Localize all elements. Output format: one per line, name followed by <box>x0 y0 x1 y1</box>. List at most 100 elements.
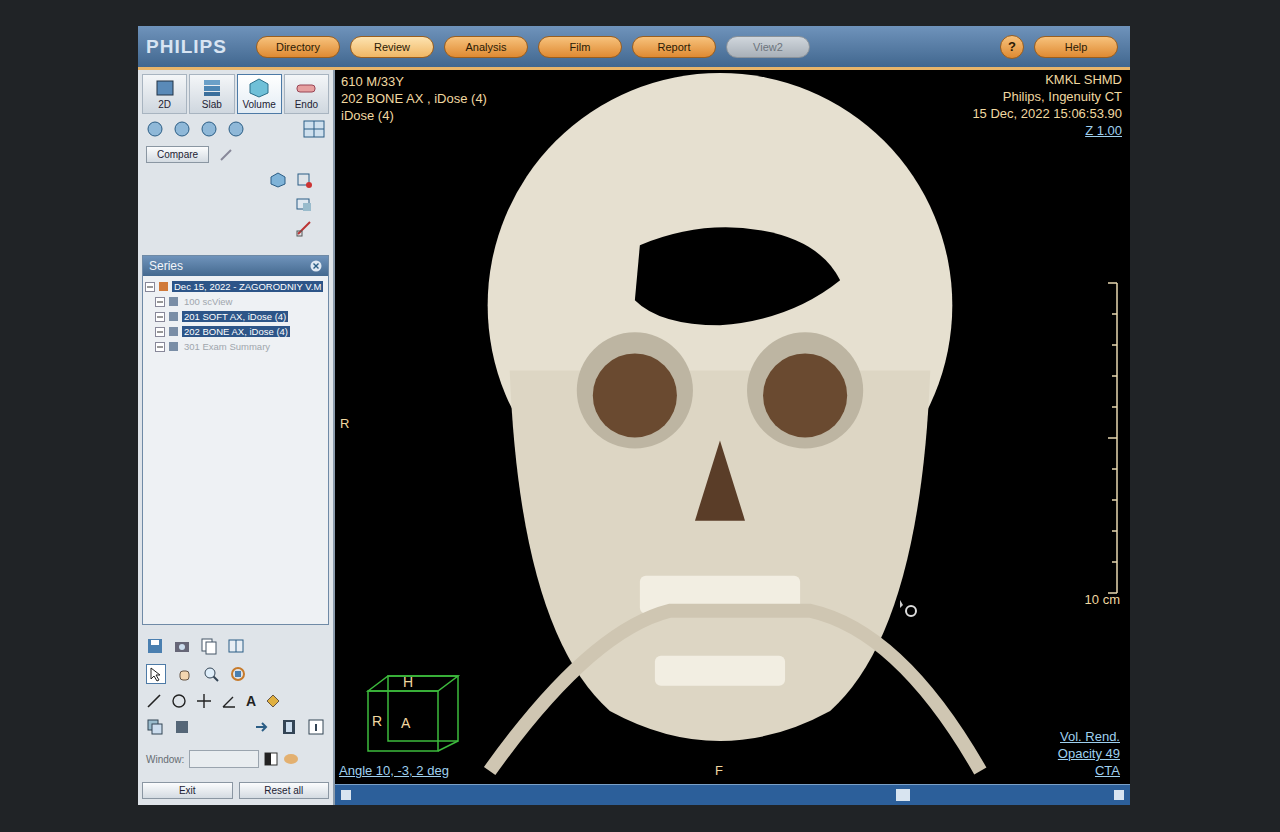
svg-text:H: H <box>403 674 413 690</box>
nav-tab[interactable]: View2 <box>726 36 810 58</box>
window-field[interactable] <box>189 750 259 768</box>
nav-tab[interactable]: Review <box>350 36 434 58</box>
nav-tab[interactable]: Film <box>538 36 622 58</box>
tree-toggle-icon[interactable] <box>145 282 155 292</box>
svg-text:R: R <box>372 713 382 729</box>
svg-text:A: A <box>401 715 411 731</box>
hand-icon[interactable] <box>175 665 193 683</box>
view-mode-button[interactable]: Slab <box>189 74 234 114</box>
angle-link[interactable]: Angle 10, -3, 2 deg <box>339 763 449 780</box>
series-icon <box>158 281 169 292</box>
render-setting-link[interactable]: Opacity 49 <box>1058 746 1120 763</box>
ellipse-icon[interactable] <box>171 693 187 709</box>
copy-icon[interactable] <box>200 637 218 655</box>
preset-icon[interactable] <box>283 753 299 765</box>
film-icon[interactable] <box>280 718 298 736</box>
footer-button[interactable]: Exit <box>142 782 233 799</box>
screen: PHILIPS Directory Review Analysis Film Repor… <box>138 26 1130 805</box>
series-icon <box>168 341 179 352</box>
footer-button[interactable]: Reset all <box>239 782 330 799</box>
orientation-cube[interactable]: H R A <box>363 656 463 756</box>
layers-icon[interactable] <box>146 718 164 736</box>
contrast-icon[interactable] <box>264 752 278 766</box>
window-row: Window: <box>142 742 329 772</box>
crop-tool-icon[interactable] <box>295 171 313 189</box>
tool-row <box>142 635 329 657</box>
tree-toggle-icon[interactable] <box>155 327 165 337</box>
info-icon[interactable] <box>307 718 325 736</box>
top-bar: PHILIPS Directory Review Analysis Film Repor… <box>138 26 1130 70</box>
line-icon[interactable] <box>146 693 162 709</box>
save-icon[interactable] <box>146 637 164 655</box>
crosshair-icon[interactable] <box>196 693 212 709</box>
tree-toggle-icon[interactable] <box>155 312 165 322</box>
mode-icon <box>154 78 176 98</box>
bottom-marker: F <box>715 763 723 780</box>
help-button[interactable]: Help <box>1034 36 1118 58</box>
mode-icon <box>248 78 270 98</box>
nav-tab[interactable]: Report <box>632 36 716 58</box>
render-canvas[interactable]: 610 M/33Y202 BONE AX , iDose (4)iDose (4… <box>335 70 1130 784</box>
view-mode-button[interactable]: 2D <box>142 74 187 114</box>
render-preset-icon[interactable] <box>227 120 245 138</box>
camera-icon[interactable] <box>173 637 191 655</box>
cube-tool-icon[interactable] <box>269 171 287 189</box>
series-icon <box>168 296 179 307</box>
scroll-left-icon[interactable] <box>341 790 351 800</box>
ruler-label: 10 cm <box>1085 592 1120 609</box>
series-item[interactable]: 100 scView <box>145 294 326 309</box>
scroll-right-icon[interactable] <box>1114 790 1124 800</box>
compare-button[interactable]: Compare <box>146 146 209 163</box>
left-panel: 2D Slab Volume Endo Compare Series Dec 1… <box>138 70 335 805</box>
stack-icon[interactable] <box>173 718 191 736</box>
zoom-icon[interactable] <box>202 665 220 683</box>
viewport: 610 M/33Y202 BONE AX , iDose (4)iDose (4… <box>335 70 1130 805</box>
region-icon[interactable] <box>265 693 281 709</box>
philips-logo: PHILIPS <box>146 36 246 58</box>
rotate-icon[interactable] <box>229 665 247 683</box>
tree-toggle-icon[interactable] <box>155 297 165 307</box>
help-group: ? Help <box>1000 35 1118 59</box>
nav-tab[interactable]: Analysis <box>444 36 528 58</box>
close-icon[interactable] <box>310 260 322 272</box>
render-preset-icon[interactable] <box>146 120 164 138</box>
compare-row: Compare <box>142 144 329 165</box>
render-setting-link[interactable]: CTA <box>1058 763 1120 780</box>
series-panel: Series Dec 15, 2022 - ZAGORODNIY V.M 100… <box>142 255 329 625</box>
main-area: 2D Slab Volume Endo Compare Series Dec 1… <box>138 70 1130 805</box>
sculpt-tool-icon[interactable] <box>295 195 313 213</box>
series-item[interactable]: 201 SOFT AX, iDose (4) <box>145 309 326 324</box>
scrollbar[interactable] <box>335 784 1130 805</box>
monitor-bezel: PHILIPS Directory Review Analysis Film Repor… <box>0 0 1280 832</box>
pointer-icon[interactable] <box>148 666 164 682</box>
view-mode-button[interactable]: Volume <box>237 74 282 114</box>
render-setting-link[interactable]: Vol. Rend. <box>1058 729 1120 746</box>
angle-icon[interactable] <box>221 693 237 709</box>
text-tool[interactable]: A <box>246 693 256 709</box>
layout-icon[interactable] <box>303 120 325 138</box>
tree-toggle-icon[interactable] <box>155 342 165 352</box>
rotate-cursor-icon <box>898 598 920 620</box>
mode-icon <box>295 78 317 98</box>
book-icon[interactable] <box>227 637 245 655</box>
export-icon[interactable] <box>253 718 271 736</box>
render-preset-icon[interactable] <box>200 120 218 138</box>
nav-tabs: Directory Review Analysis Film Report View2 <box>256 36 810 58</box>
skull-render <box>335 70 1130 784</box>
series-header: Series <box>143 256 328 276</box>
scroll-thumb[interactable] <box>896 789 910 801</box>
measure-tool-icon[interactable] <box>295 219 313 237</box>
nav-tab[interactable]: Directory <box>256 36 340 58</box>
series-item[interactable]: 301 Exam Summary <box>145 339 326 354</box>
zoom-link[interactable]: Z 1.00 <box>972 123 1122 140</box>
mode-icon <box>201 78 223 98</box>
extra-tools <box>142 169 329 251</box>
view-mode-button[interactable]: Endo <box>284 74 329 114</box>
render-preset-icon[interactable] <box>173 120 191 138</box>
question-button[interactable]: ? <box>1000 35 1024 59</box>
series-item[interactable]: Dec 15, 2022 - ZAGORODNIY V.M <box>145 279 326 294</box>
left-marker: R <box>340 416 349 433</box>
series-item[interactable]: 202 BONE AX, iDose (4) <box>145 324 326 339</box>
view-modes: 2D Slab Volume Endo <box>142 74 329 114</box>
link-icon[interactable] <box>218 147 234 163</box>
